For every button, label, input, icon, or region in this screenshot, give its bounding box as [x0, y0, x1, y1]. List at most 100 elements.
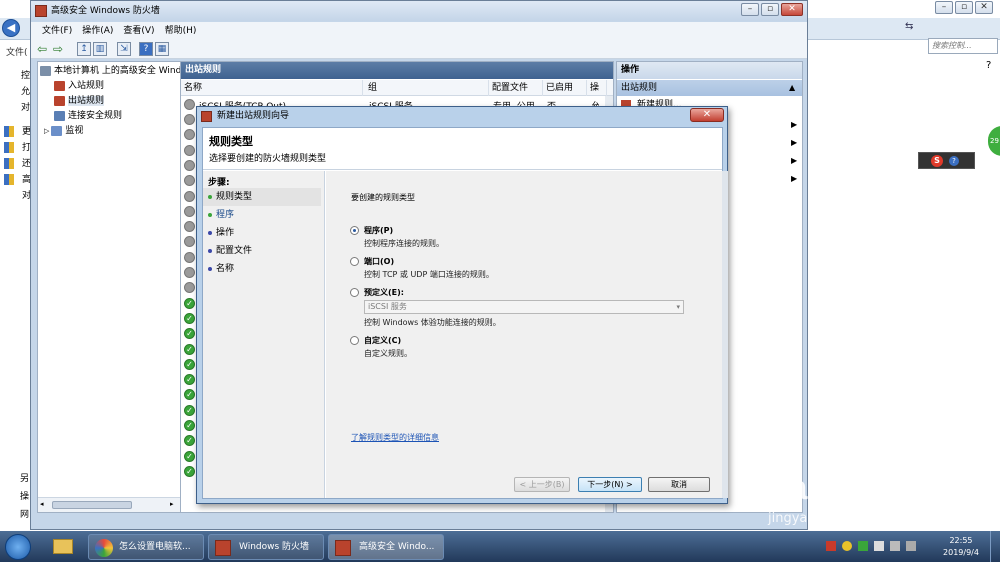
column-enabled[interactable]: 已启用: [543, 80, 587, 96]
submenu-arrow-icon[interactable]: ▶: [791, 156, 797, 165]
scroll-right-icon[interactable]: ▸: [170, 500, 174, 508]
help-icon[interactable]: ?: [986, 60, 991, 71]
back-button[interactable]: < 上一步(B): [514, 477, 570, 492]
radio-custom[interactable]: [350, 336, 359, 345]
tree-item-inbound[interactable]: 入站规则: [54, 79, 104, 94]
new-outbound-rule-wizard: 新建出站规则向导 ✕ 规则类型 选择要创建的防火墙规则类型 步骤: 规则类型 程…: [196, 106, 728, 504]
wizard-scrollbar[interactable]: [722, 171, 728, 498]
submenu-arrow-icon[interactable]: ▶: [791, 138, 797, 147]
expand-icon[interactable]: ▷: [44, 127, 49, 135]
predefined-select[interactable]: iSCSI 服务 ▾: [364, 300, 684, 314]
option-program-label[interactable]: 程序(P): [364, 225, 393, 236]
column-profile[interactable]: 配置文件: [489, 80, 543, 96]
menu-view[interactable]: 查看(V): [118, 22, 159, 40]
shield-link[interactable]: 还: [4, 156, 31, 172]
shield-icon: [4, 126, 14, 137]
watermark-cn: 经验: [912, 477, 965, 507]
column-group[interactable]: 组: [365, 80, 489, 96]
show-action-pane-icon[interactable]: ▦: [155, 42, 169, 56]
show-tree-icon[interactable]: ▥: [93, 42, 107, 56]
close-icon[interactable]: ✕: [975, 1, 993, 14]
maximize-icon[interactable]: ▫: [955, 1, 973, 14]
clock[interactable]: 22:55 2019/9/4: [938, 535, 984, 559]
radio-port[interactable]: [350, 257, 359, 266]
background-see-also: 另 操 网: [20, 470, 29, 524]
tree-horizontal-scrollbar[interactable]: ◂ ▸: [38, 497, 180, 512]
option-predefined-desc: 控制 Windows 体验功能连接的规则。: [364, 318, 501, 327]
close-icon[interactable]: ✕: [781, 3, 803, 16]
explorer-taskbar-icon[interactable]: [50, 535, 76, 559]
tray-icon[interactable]: [874, 541, 884, 551]
menu-file[interactable]: 文件(F): [37, 22, 77, 40]
maximize-icon[interactable]: ▫: [761, 3, 779, 16]
tree-item-monitoring[interactable]: ▷ 监视: [44, 124, 83, 139]
submenu-arrow-icon[interactable]: ▶: [791, 174, 797, 183]
submenu-arrow-icon[interactable]: ▶: [791, 120, 797, 129]
step-profile[interactable]: 配置文件: [203, 242, 252, 260]
scroll-left-icon[interactable]: ◂: [40, 500, 44, 508]
refresh-icon[interactable]: ⇆: [905, 21, 919, 35]
volume-icon[interactable]: [906, 541, 916, 551]
tree-item-outbound[interactable]: 出站规则: [54, 94, 105, 109]
tree-root[interactable]: 本地计算机 上的高级安全 Windo: [40, 64, 187, 79]
taskbar-item-browser[interactable]: 怎么设置电脑软...: [88, 534, 204, 560]
see-also-text[interactable]: 操: [20, 488, 29, 506]
menu-action[interactable]: 操作(A): [77, 22, 118, 40]
actions-section-outbound[interactable]: 出站规则 ▲: [617, 80, 802, 96]
connection-icon: [54, 110, 65, 121]
radio-program[interactable]: [350, 226, 359, 235]
back-arrow-icon[interactable]: ◀: [2, 19, 20, 37]
back-arrow-icon[interactable]: ⇦: [37, 42, 47, 56]
column-name[interactable]: 名称: [181, 80, 363, 96]
disabled-rule-icon: [184, 144, 195, 156]
shield-link[interactable]: 更: [4, 124, 31, 140]
option-port-label[interactable]: 端口(O): [364, 256, 394, 267]
cancel-button[interactable]: 取消: [648, 477, 710, 492]
step-name[interactable]: 名称: [203, 260, 234, 278]
start-button[interactable]: [5, 534, 31, 560]
step-bullet-icon: [208, 212, 212, 217]
forward-arrow-icon[interactable]: ⇨: [53, 42, 63, 56]
tree-item-connection-security[interactable]: 连接安全规则: [54, 109, 122, 124]
background-file-menu: 文件(: [6, 48, 28, 58]
option-custom-label[interactable]: 自定义(C): [364, 335, 401, 346]
network-icon[interactable]: [890, 541, 900, 551]
tray-icon[interactable]: [826, 541, 836, 551]
step-rule-type[interactable]: 规则类型: [203, 188, 321, 206]
learn-more-link[interactable]: 了解规则类型的详细信息: [351, 432, 439, 443]
rules-column-headers: 名称 组 配置文件 已启用 操: [181, 80, 613, 96]
collapse-icon[interactable]: ▲: [789, 80, 795, 96]
sogou-icon[interactable]: S: [931, 155, 943, 167]
help-icon[interactable]: ?: [949, 156, 959, 166]
chevron-down-icon[interactable]: ▾: [676, 301, 680, 313]
tray-icon[interactable]: [842, 541, 852, 551]
next-button[interactable]: 下一步(N) >: [578, 477, 642, 492]
minimize-icon[interactable]: –: [741, 3, 759, 16]
enabled-rule-icon: ✓: [184, 343, 195, 355]
firewall-icon: [35, 5, 47, 17]
tray-icon[interactable]: [858, 541, 868, 551]
radio-predefined[interactable]: [350, 288, 359, 297]
menu-help[interactable]: 帮助(H): [160, 22, 202, 40]
up-folder-icon[interactable]: ↥: [77, 42, 91, 56]
taskbar-item-advanced-firewall[interactable]: 高级安全 Windo...: [328, 534, 444, 560]
shield-link[interactable]: 打: [4, 140, 31, 156]
floating-badge[interactable]: 29: [988, 126, 1000, 156]
show-desktop-button[interactable]: [990, 531, 1000, 562]
background-sidebar-text: 控 允 对: [4, 68, 30, 116]
column-action[interactable]: 操: [587, 80, 607, 96]
disabled-rule-icon: [184, 99, 195, 110]
help-icon[interactable]: ?: [139, 42, 153, 56]
close-icon[interactable]: ✕: [690, 108, 724, 122]
see-also-text[interactable]: 网: [20, 506, 29, 524]
step-program[interactable]: 程序: [203, 206, 234, 224]
step-action[interactable]: 操作: [203, 224, 234, 242]
export-icon[interactable]: ⇲: [117, 42, 131, 56]
search-input[interactable]: 搜索控制...: [928, 38, 998, 54]
scroll-thumb[interactable]: [52, 501, 132, 509]
shield-link[interactable]: 高: [4, 172, 31, 188]
taskbar-item-firewall[interactable]: Windows 防火墙: [208, 534, 324, 560]
option-predefined-label[interactable]: 预定义(E):: [364, 287, 404, 298]
minimize-icon[interactable]: –: [935, 1, 953, 14]
enabled-rule-icon: ✓: [184, 435, 195, 447]
